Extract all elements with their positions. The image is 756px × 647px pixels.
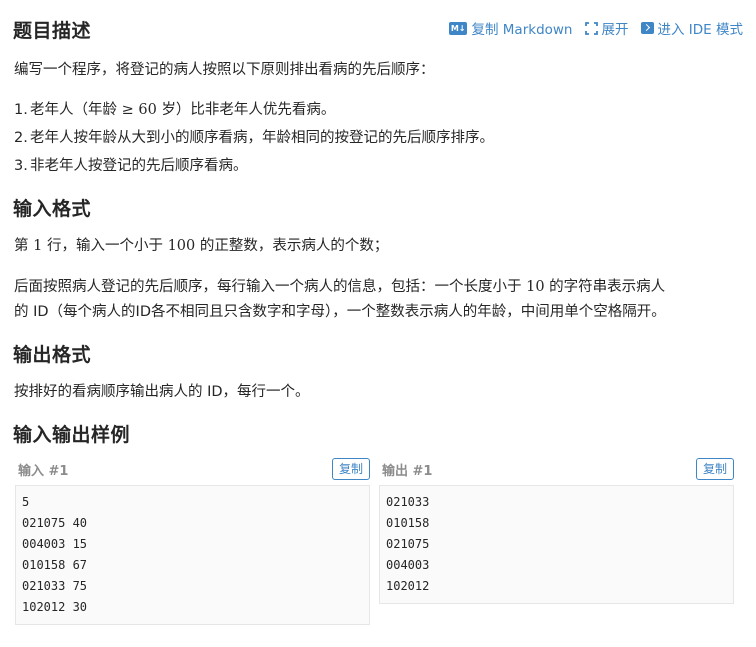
- input-format-line1: 第 1 行，输入一个小于 100 的正整数，表示病人的个数；: [14, 238, 389, 254]
- terminal-icon: [640, 22, 654, 34]
- list-item: 2. 老年人按年龄从大到小的顺序看病，年龄相同的按登记的先后顺序排序。: [14, 124, 494, 152]
- code-line: 021075 40: [22, 516, 88, 530]
- input-format-line2: 后面按照病人登记的先后顺序，每行输入一个病人的信息，包括：一个长度小于 10 的…: [14, 279, 666, 295]
- code-line: 004003 15: [22, 537, 88, 551]
- markdown-icon: M↓: [448, 21, 468, 35]
- rule-text: 老年人（年龄: [30, 102, 117, 118]
- code-line: 102012: [386, 579, 430, 593]
- section-title-samples: 输入输出样例: [13, 424, 131, 446]
- code-line: 021033: [386, 495, 430, 509]
- code-line: 010158: [386, 516, 430, 530]
- ide-mode-label: 进入 IDE 模式: [657, 22, 744, 38]
- list-index: 3.: [14, 158, 28, 174]
- code-line: 004003: [386, 558, 430, 572]
- rules-list: 1. 老年人（年龄 ≥ 60 岁）比非老年人优先看病。 2. 老年人按年龄从大到…: [14, 96, 494, 180]
- sample-input-label: 输入 #1: [18, 464, 69, 479]
- copy-markdown-label: 复制 Markdown: [471, 22, 573, 38]
- code-line: 010158 67: [22, 558, 88, 572]
- sample-output-code: 021033 010158 021075 004003 102012: [379, 485, 734, 604]
- list-item: 1. 老年人（年龄 ≥ 60 岁）比非老年人优先看病。: [14, 96, 494, 124]
- problem-header: 题目描述 M↓ 复制 Markdown 展开 进入 IDE 模式: [13, 14, 743, 44]
- output-format-text: 按排好的看病顺序输出病人的 ID，每行一个。: [14, 384, 310, 400]
- expand-label: 展开: [601, 22, 629, 38]
- copy-input-button[interactable]: 复制: [332, 458, 370, 480]
- toolbar: M↓ 复制 Markdown 展开 进入 IDE 模式: [448, 18, 744, 38]
- sample-input: 输入 #1 复制 5 021075 40 004003 15 010158 67…: [15, 456, 370, 625]
- code-line: 102012 30: [22, 600, 88, 614]
- rule-text: 非老年人按登记的先后顺序看病。: [30, 158, 248, 174]
- section-title-input-format: 输入格式: [13, 198, 92, 220]
- copy-markdown-button[interactable]: M↓ 复制 Markdown: [448, 18, 573, 38]
- rule-text: 岁）比非老年人优先看病。: [161, 102, 336, 118]
- code-line: 021075: [386, 537, 430, 551]
- list-item: 3. 非老年人按登记的先后顺序看病。: [14, 152, 494, 180]
- section-title-description: 题目描述: [13, 20, 92, 42]
- description-intro: 编写一个程序，将登记的病人按照以下原则排出看病的先后顺序：: [14, 62, 435, 78]
- list-index: 2.: [14, 130, 28, 146]
- rule-text: 老年人按年龄从大到小的顺序看病，年龄相同的按登记的先后顺序排序。: [30, 130, 494, 146]
- section-title-output-format: 输出格式: [13, 344, 92, 366]
- expand-button[interactable]: 展开: [584, 18, 629, 38]
- sample-input-code: 5 021075 40 004003 15 010158 67 021033 7…: [15, 485, 370, 625]
- list-index: 1.: [14, 102, 28, 118]
- expand-icon: [584, 21, 598, 35]
- rule-math: ≥ 60: [117, 102, 162, 118]
- sample-output-label: 输出 #1: [382, 464, 433, 479]
- copy-output-button[interactable]: 复制: [696, 458, 734, 480]
- ide-mode-button[interactable]: 进入 IDE 模式: [640, 18, 744, 38]
- sample-output: 输出 #1 复制 021033 010158 021075 004003 102…: [379, 456, 734, 604]
- code-line: 021033 75: [22, 579, 88, 593]
- code-line: 5: [22, 495, 30, 509]
- input-format-line3: 的 ID（每个病人的ID各不相同且只含数字和字母），一个整数表示病人的年龄，中间…: [14, 304, 666, 320]
